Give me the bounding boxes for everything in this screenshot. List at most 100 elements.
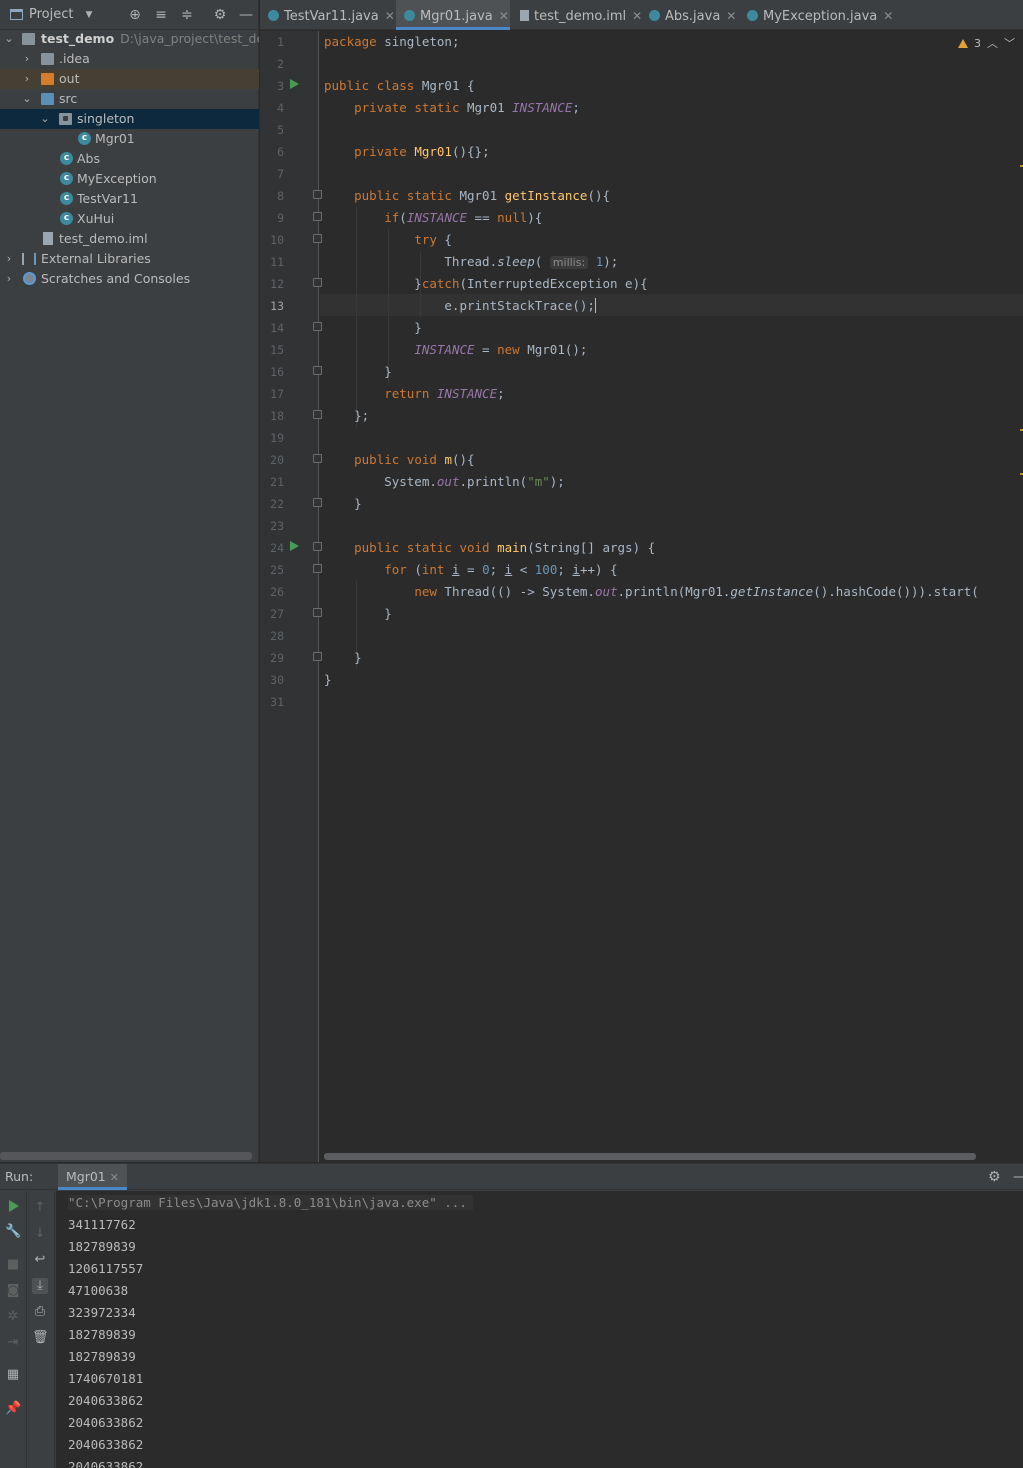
source-folder-icon bbox=[41, 93, 54, 105]
console-output[interactable]: "C:\Program Files\Java\jdk1.8.0_181\bin\… bbox=[56, 1191, 1023, 1468]
locate-file-icon[interactable]: ⊕ bbox=[127, 7, 143, 23]
tab-testvar11[interactable]: TestVar11.java ✕ bbox=[268, 0, 396, 30]
tree-item-testvar11[interactable]: c TestVar11 bbox=[0, 189, 259, 209]
tree-item-singleton[interactable]: ⌄ singleton bbox=[0, 109, 259, 129]
class-icon bbox=[747, 10, 758, 21]
run-main-icon[interactable] bbox=[290, 541, 299, 551]
line-number: 24 bbox=[270, 541, 284, 555]
close-icon[interactable]: ✕ bbox=[499, 9, 509, 23]
line-number: 25 bbox=[270, 563, 284, 577]
chevron-down-icon[interactable]: ⌄ bbox=[22, 89, 32, 109]
arrow-up-icon[interactable]: ↑ bbox=[32, 1200, 48, 1216]
run-tab-label: Mgr01 bbox=[66, 1169, 106, 1184]
tree-item-label: singleton bbox=[77, 111, 135, 126]
line-number: 6 bbox=[277, 145, 284, 159]
editor-tab-bar: TestVar11.java ✕ Mgr01.java ✕ test_demo.im… bbox=[260, 0, 1023, 30]
close-icon[interactable]: ✕ bbox=[110, 1171, 119, 1184]
code-line-22: } bbox=[324, 496, 362, 511]
code-line-11: Thread.sleep( millis: 1); bbox=[324, 254, 619, 269]
pin-icon[interactable]: 📌 bbox=[5, 1401, 21, 1417]
code-line-9: if(INSTANCE == null){ bbox=[384, 210, 543, 225]
code-area[interactable]: package singleton; public class Mgr01 { … bbox=[320, 31, 1023, 1162]
code-line-14: } bbox=[324, 320, 422, 335]
minimize-icon[interactable]: — bbox=[238, 7, 254, 23]
layout-icon[interactable]: ▦ bbox=[5, 1367, 21, 1383]
class-icon: c bbox=[60, 152, 73, 165]
tab-test-demo-iml[interactable]: test_demo.iml ✕ bbox=[520, 0, 642, 30]
line-number: 10 bbox=[270, 233, 284, 247]
gear-icon[interactable]: ⚙ bbox=[212, 7, 228, 23]
chevron-down-icon[interactable]: ⌄ bbox=[4, 29, 14, 49]
line-number: 19 bbox=[270, 431, 284, 445]
expand-all-icon[interactable]: ≡ bbox=[153, 7, 169, 23]
excluded-folder-icon bbox=[41, 73, 54, 85]
tab-label: Abs.java bbox=[665, 9, 721, 24]
tab-abs[interactable]: Abs.java ✕ bbox=[649, 0, 741, 30]
run-class-icon[interactable] bbox=[290, 79, 299, 89]
chevron-right-icon[interactable]: › bbox=[22, 49, 32, 69]
line-number: 8 bbox=[277, 189, 284, 203]
tree-item-scratches[interactable]: › Scratches and Consoles bbox=[0, 269, 259, 289]
editor-horizontal-scrollbar[interactable] bbox=[324, 1153, 976, 1160]
chevron-up-icon[interactable]: ︿ bbox=[987, 35, 998, 51]
project-horizontal-scrollbar[interactable] bbox=[0, 1152, 252, 1160]
close-icon[interactable]: ✕ bbox=[385, 9, 395, 23]
code-line-25: for (int i = 0; i < 100; i++) { bbox=[384, 562, 618, 577]
project-path: D:\java_project\test_demo bbox=[120, 31, 259, 46]
tree-item-idea[interactable]: › .idea bbox=[0, 49, 259, 69]
minimize-icon[interactable]: — bbox=[1013, 1169, 1023, 1185]
tree-item-xuhui[interactable]: c XuHui bbox=[0, 209, 259, 229]
tab-label: Mgr01.java bbox=[420, 9, 493, 24]
collapse-all-icon[interactable]: ≑ bbox=[179, 7, 195, 23]
console-command-line: "C:\Program Files\Java\jdk1.8.0_181\bin\… bbox=[68, 1192, 473, 1214]
scroll-to-end-icon[interactable]: ⤓ bbox=[32, 1278, 48, 1294]
tab-mgr01[interactable]: Mgr01.java ✕ bbox=[396, 0, 510, 30]
code-line-29: } bbox=[324, 650, 362, 665]
tree-item-myexception[interactable]: c MyException bbox=[0, 169, 259, 189]
tree-item-iml[interactable]: test_demo.iml bbox=[0, 229, 259, 249]
tree-item-out[interactable]: › out bbox=[0, 69, 259, 89]
line-number: 29 bbox=[270, 651, 284, 665]
tab-myexception[interactable]: MyException.java ✕ bbox=[747, 0, 893, 30]
close-icon[interactable]: ✕ bbox=[883, 9, 893, 23]
trash-icon[interactable]: 🗑 bbox=[32, 1330, 49, 1346]
gear-icon[interactable]: ⚙ bbox=[988, 1169, 1001, 1185]
line-number: 4 bbox=[277, 101, 284, 115]
tree-item-src[interactable]: ⌄ src bbox=[0, 89, 259, 109]
camera-icon[interactable]: ◙ bbox=[5, 1283, 21, 1299]
line-number: 18 bbox=[270, 409, 284, 423]
tree-item-abs[interactable]: c Abs bbox=[0, 149, 259, 169]
line-number: 5 bbox=[277, 123, 284, 137]
console-line: 2040633862 bbox=[68, 1415, 144, 1430]
print-icon[interactable]: ⎙ bbox=[32, 1304, 48, 1320]
settings-dim-icon[interactable]: ✲ bbox=[5, 1309, 21, 1325]
rerun-icon[interactable] bbox=[9, 1200, 19, 1212]
tree-item-label: MyException bbox=[77, 171, 157, 186]
project-view-selector[interactable]: Project ▼ bbox=[10, 7, 92, 22]
stop-icon[interactable]: ■ bbox=[5, 1257, 21, 1273]
soft-wrap-icon[interactable]: ↩ bbox=[32, 1252, 48, 1268]
console-line: 323972334 bbox=[68, 1305, 136, 1320]
tree-item-label: test_demoD:\java_project\test_demo bbox=[41, 29, 259, 49]
run-tab-mgr01[interactable]: Mgr01 ✕ bbox=[58, 1164, 127, 1190]
code-line-10: try { bbox=[414, 232, 452, 247]
inspection-widget[interactable]: 3 ︿ ﹀ bbox=[958, 35, 1015, 51]
code-line-17: return INSTANCE; bbox=[384, 386, 505, 401]
code-editor[interactable]: 1 2 3 4 5 6 7 8 9 10 11 12 13 14 15 16 17 18 19 20 21 22 23 24 2… bbox=[260, 31, 1023, 1162]
chevron-down-icon[interactable]: ⌄ bbox=[40, 109, 50, 129]
close-icon[interactable]: ✕ bbox=[726, 9, 736, 23]
tree-item-external-libraries[interactable]: › External Libraries bbox=[0, 249, 259, 269]
tree-item-mgr01[interactable]: c Mgr01 bbox=[0, 129, 259, 149]
run-tool-window: Run: Mgr01 ✕ ⚙ — 🔧 ■ ◙ ✲ ⇥ ▦ 📌 ↑ ↓ ↩ ⤓ ⎙ … bbox=[0, 1163, 1023, 1468]
line-number: 9 bbox=[277, 211, 284, 225]
tree-item-root[interactable]: ⌄ test_demoD:\java_project\test_demo bbox=[0, 29, 259, 49]
chevron-right-icon[interactable]: › bbox=[4, 269, 14, 289]
close-icon[interactable]: ✕ bbox=[632, 9, 642, 23]
chevron-right-icon[interactable]: › bbox=[22, 69, 32, 89]
arrow-down-icon[interactable]: ↓ bbox=[32, 1226, 48, 1242]
exit-icon[interactable]: ⇥ bbox=[5, 1335, 21, 1351]
chevron-right-icon[interactable]: › bbox=[4, 249, 14, 269]
scratches-icon bbox=[23, 272, 36, 285]
wrench-icon[interactable]: 🔧 bbox=[5, 1224, 21, 1240]
chevron-down-icon[interactable]: ﹀ bbox=[1004, 35, 1015, 51]
